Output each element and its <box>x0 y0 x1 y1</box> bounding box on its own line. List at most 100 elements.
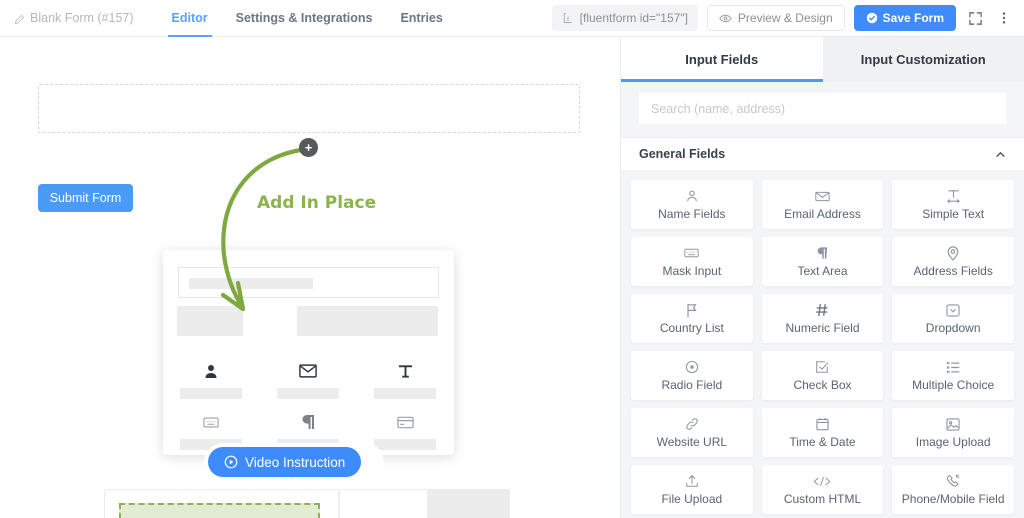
tab-settings-label: Settings & Integrations <box>235 11 373 25</box>
submit-form-label: Submit Form <box>49 191 122 205</box>
shortcode-icon <box>562 12 574 24</box>
field-card-image-upload[interactable]: Image Upload <box>892 408 1014 457</box>
plus-icon: + <box>304 140 313 155</box>
preview-cell <box>163 360 260 399</box>
paragraph-icon <box>816 246 828 261</box>
shortcode-text: [fluentform id="157"] <box>579 11 688 25</box>
field-label: Numeric Field <box>785 320 860 335</box>
form-editor-app: Blank Form (#157) Editor Settings & Inte… <box>0 0 1024 518</box>
top-bar-actions: [fluentform id="157"] Preview & Design S… <box>551 5 1024 31</box>
tab-entries[interactable]: Entries <box>386 0 456 37</box>
preview-design-button[interactable]: Preview & Design <box>706 5 845 31</box>
preview-design-label: Preview & Design <box>737 11 833 25</box>
tab-settings-integrations[interactable]: Settings & Integrations <box>222 0 387 37</box>
form-canvas: + Submit Form Add In Place Video Instruc… <box>0 37 620 518</box>
flag-icon <box>685 303 698 318</box>
map-pin-icon <box>947 245 959 261</box>
mask-input-icon <box>684 246 699 261</box>
submit-form-button[interactable]: Submit Form <box>38 184 133 212</box>
field-card-address-fields[interactable]: Address Fields <box>892 237 1014 286</box>
user-icon <box>685 189 699 204</box>
field-card-website-url[interactable]: Website URL <box>631 408 753 457</box>
field-label: Email Address <box>784 206 861 221</box>
field-card-custom-html[interactable]: Custom HTML <box>761 465 884 514</box>
envelope-icon <box>299 360 318 382</box>
field-card-check-box[interactable]: Check Box <box>761 351 884 400</box>
field-card-text-area[interactable]: Text Area <box>761 237 884 286</box>
image-icon <box>946 417 960 432</box>
main-nav-tabs: Editor Settings & Integrations Entries <box>158 0 457 37</box>
field-label: Simple Text <box>922 206 985 221</box>
text-icon <box>397 360 414 382</box>
field-label: Time & Date <box>789 434 856 449</box>
field-label: Radio Field <box>661 377 723 392</box>
search-input[interactable] <box>639 93 1006 124</box>
field-card-numeric-field[interactable]: Numeric Field <box>761 294 884 343</box>
field-label: Website URL <box>656 434 728 449</box>
text-width-icon <box>946 189 961 204</box>
preview-line <box>277 388 340 399</box>
field-card-country-list[interactable]: Country List <box>631 294 753 343</box>
paragraph-icon <box>301 411 315 433</box>
code-icon <box>812 474 832 489</box>
add-field-button[interactable]: + <box>299 138 318 157</box>
field-label: Dropdown <box>925 320 981 335</box>
field-card-mask-input[interactable]: Mask Input <box>631 237 753 286</box>
fullscreen-icon[interactable] <box>965 8 985 28</box>
field-label: File Upload <box>661 491 723 506</box>
top-bar: Blank Form (#157) Editor Settings & Inte… <box>0 0 1024 37</box>
field-card-simple-text[interactable]: Simple Text <box>892 180 1014 229</box>
bottom-preview-card <box>104 489 339 518</box>
check-circle-icon <box>866 12 878 24</box>
field-label: Name Fields <box>658 206 726 221</box>
bottom-preview-grey-block <box>427 489 510 518</box>
save-form-button[interactable]: Save Form <box>853 5 956 31</box>
sidebar-tabs: Input Fields Input Customization <box>621 37 1024 82</box>
form-title: Blank Form (#157) <box>14 11 134 25</box>
preview-cell <box>260 360 357 399</box>
tab-input-customization-label: Input Customization <box>860 52 986 67</box>
tab-editor[interactable]: Editor <box>158 0 222 37</box>
tab-input-fields[interactable]: Input Fields <box>621 37 823 82</box>
upload-icon <box>685 474 699 489</box>
hash-icon <box>815 303 829 318</box>
preview-line <box>374 388 437 399</box>
radio-circle-icon <box>685 360 699 375</box>
field-card-radio-field[interactable]: Radio Field <box>631 351 753 400</box>
mask-input-icon <box>203 411 220 433</box>
user-icon <box>203 360 219 382</box>
preview-cell <box>357 360 454 399</box>
tab-input-fields-label: Input Fields <box>685 52 759 67</box>
field-label: Image Upload <box>915 434 991 449</box>
shortcode-field[interactable]: [fluentform id="157"] <box>551 5 698 31</box>
more-vertical-icon[interactable] <box>994 8 1014 28</box>
chevron-up-icon[interactable] <box>995 149 1006 160</box>
field-label: Phone/Mobile Field <box>901 491 1005 506</box>
section-general-fields-label: General Fields <box>639 147 726 161</box>
calendar-icon <box>816 417 829 432</box>
field-label: Custom HTML <box>783 491 862 506</box>
field-card-name-fields[interactable]: Name Fields <box>631 180 753 229</box>
envelope-icon <box>815 189 830 204</box>
link-icon <box>685 417 699 432</box>
field-label: Country List <box>659 320 724 335</box>
eye-icon <box>719 12 732 25</box>
field-label: Address Fields <box>913 263 993 278</box>
check-square-icon <box>815 360 829 375</box>
field-card-file-upload[interactable]: File Upload <box>631 465 753 514</box>
save-form-label: Save Form <box>882 11 944 25</box>
general-fields-grid: Name Fields Email Address Simple Text Ma… <box>621 170 1024 514</box>
video-instruction-button[interactable]: Video Instruction <box>208 447 362 477</box>
field-card-time-date[interactable]: Time & Date <box>761 408 884 457</box>
field-label: Multiple Choice <box>912 377 995 392</box>
field-label: Check Box <box>793 377 852 392</box>
field-card-email-address[interactable]: Email Address <box>761 180 884 229</box>
phone-icon <box>946 474 960 489</box>
preview-line <box>374 439 437 450</box>
field-card-multiple-choice[interactable]: Multiple Choice <box>892 351 1014 400</box>
section-general-fields[interactable]: General Fields <box>621 137 1024 170</box>
field-drop-zone[interactable] <box>38 84 580 133</box>
tab-input-customization[interactable]: Input Customization <box>823 37 1024 82</box>
field-card-dropdown[interactable]: Dropdown <box>892 294 1014 343</box>
field-card-phone-mobile-field[interactable]: Phone/Mobile Field <box>892 465 1014 514</box>
